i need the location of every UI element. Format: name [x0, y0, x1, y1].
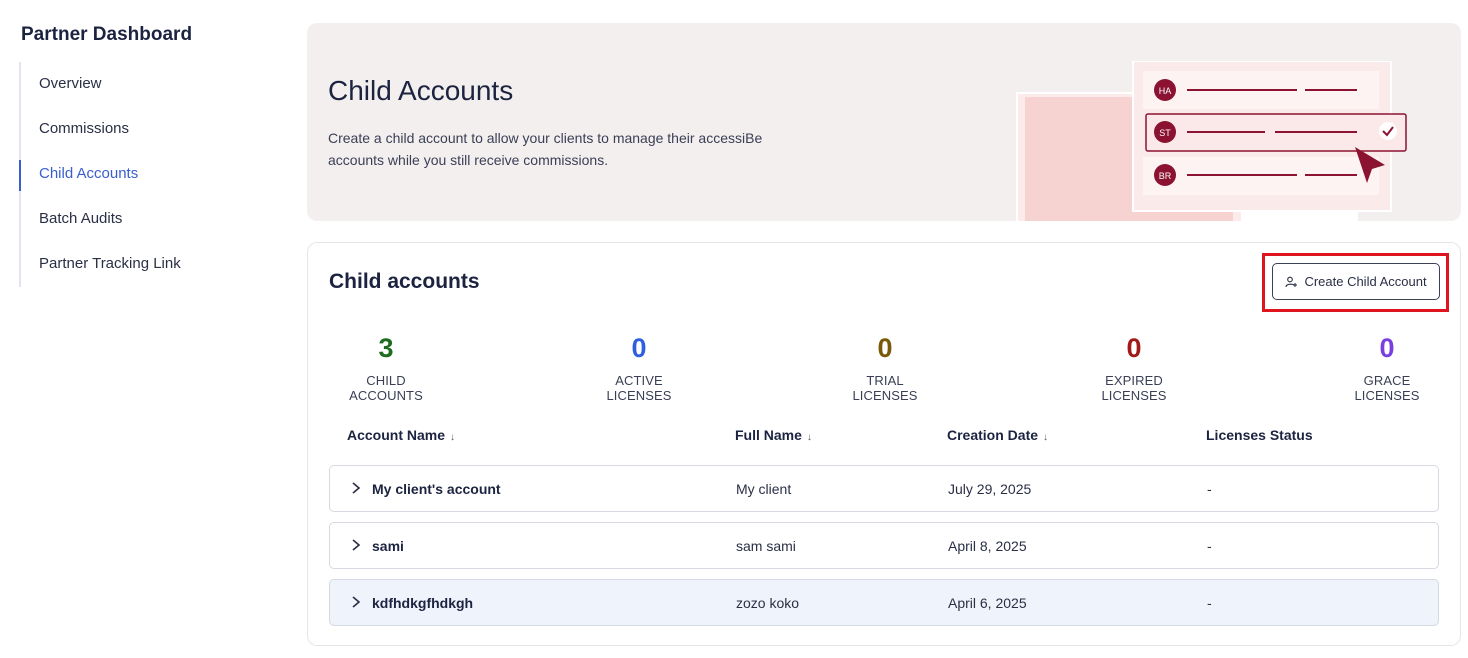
- sidebar-item-partner-tracking-link[interactable]: Partner Tracking Link: [21, 242, 261, 287]
- column-header-licenses-status: Licenses Status: [1206, 427, 1313, 443]
- account-name: kdfhdkgfhdkgh: [372, 595, 474, 611]
- chevron-right-icon[interactable]: [349, 594, 363, 610]
- licenses-status: -: [1207, 481, 1212, 497]
- account-name: My client's account: [372, 481, 501, 497]
- stat-label: TRIAL LICENSES: [852, 373, 918, 403]
- column-header-label: Account Name: [347, 427, 446, 443]
- column-header-label: Licenses Status: [1206, 427, 1313, 443]
- table-row[interactable]: sami sam sami April 8, 2025 -: [329, 522, 1439, 569]
- stat-child-accounts: 3 CHILD ACCOUNTS: [329, 331, 443, 403]
- sort-arrow-icon: ↓: [806, 432, 812, 443]
- full-name: My client: [736, 481, 792, 497]
- full-name: zozo koko: [736, 595, 800, 611]
- stat-label: ACTIVE LICENSES: [606, 373, 672, 403]
- sidebar-item-batch-audits[interactable]: Batch Audits: [21, 197, 261, 242]
- sidebar: Partner Dashboard Overview Commissions C…: [0, 0, 290, 658]
- stat-value: 3: [378, 333, 394, 363]
- stat-label: CHILD ACCOUNTS: [349, 373, 423, 403]
- stat-label: GRACE LICENSES: [1354, 373, 1420, 403]
- stat-value: 0: [1379, 333, 1395, 363]
- stat-value: 0: [631, 333, 647, 363]
- stat-trial-licenses: 0 TRIAL LICENSES: [834, 331, 936, 403]
- child-accounts-illustration: HA ST BR: [1016, 61, 1407, 221]
- create-child-account-label: Create Child Account: [1304, 274, 1427, 289]
- licenses-status: -: [1207, 595, 1212, 611]
- column-header-creation-date[interactable]: Creation Date ↓: [947, 427, 1048, 443]
- creation-date: July 29, 2025: [948, 481, 1032, 497]
- account-name: sami: [372, 538, 404, 554]
- column-header-label: Full Name: [735, 427, 802, 443]
- column-header-full-name[interactable]: Full Name ↓: [735, 427, 812, 443]
- sidebar-title: Partner Dashboard: [21, 24, 193, 45]
- hero-description: Create a child account to allow your cli…: [328, 130, 763, 168]
- column-header-label: Creation Date: [947, 427, 1039, 443]
- child-accounts-card: Child accounts Create Child Account 3 CH…: [307, 242, 1461, 646]
- stat-grace-licenses: 0 GRACE LICENSES: [1332, 331, 1442, 403]
- card-title: Child accounts: [329, 270, 480, 293]
- add-user-icon: [1285, 276, 1298, 287]
- stat-value: 0: [1126, 333, 1142, 363]
- avatar-br: BR: [1159, 171, 1172, 181]
- creation-date: April 8, 2025: [948, 538, 1027, 554]
- table-row[interactable]: My client's account My client July 29, 2…: [329, 465, 1439, 512]
- table-row[interactable]: kdfhdkgfhdkgh zozo koko April 6, 2025 -: [329, 579, 1439, 626]
- hero-banner: Child Accounts Create a child account to…: [307, 23, 1461, 221]
- stat-expired-licenses: 0 EXPIRED LICENSES: [1075, 331, 1193, 403]
- stat-label: EXPIRED LICENSES: [1101, 373, 1167, 403]
- full-name: sam sami: [736, 538, 796, 554]
- stat-value: 0: [877, 333, 893, 363]
- avatar-ha: HA: [1159, 86, 1172, 96]
- sidebar-item-child-accounts[interactable]: Child Accounts: [19, 152, 261, 197]
- sort-arrow-icon: ↓: [450, 432, 456, 443]
- column-header-account-name[interactable]: Account Name ↓: [347, 427, 455, 443]
- creation-date: April 6, 2025: [948, 595, 1027, 611]
- sort-arrow-icon: ↓: [1043, 432, 1049, 443]
- create-child-account-button[interactable]: Create Child Account: [1272, 263, 1440, 300]
- sidebar-item-overview[interactable]: Overview: [21, 62, 261, 107]
- avatar-st: ST: [1159, 128, 1171, 138]
- sidebar-item-commissions[interactable]: Commissions: [21, 107, 261, 152]
- licenses-status: -: [1207, 538, 1212, 554]
- stat-active-licenses: 0 ACTIVE LICENSES: [584, 331, 694, 403]
- page-title: Child Accounts: [328, 75, 514, 106]
- chevron-right-icon[interactable]: [349, 537, 363, 553]
- sidebar-nav: Overview Commissions Child Accounts Batc…: [19, 62, 261, 287]
- chevron-right-icon[interactable]: [349, 480, 363, 496]
